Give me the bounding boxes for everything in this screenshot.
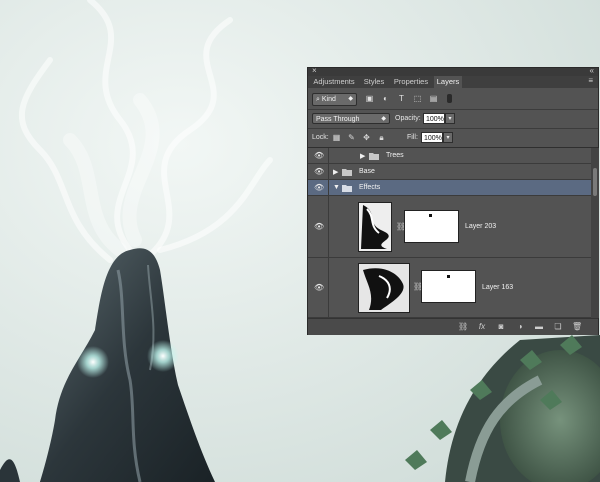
layer-name: Trees [386, 152, 404, 159]
adjustment-filter-icon[interactable]: ◐ [381, 94, 390, 103]
new-group-icon[interactable]: ▬ [534, 322, 544, 332]
visibility-toggle[interactable]: 👁︎ [308, 196, 329, 257]
layer-name: Layer 163 [482, 284, 514, 291]
chevron-updown-icon: ◆ [348, 96, 353, 102]
layer-thumbnail [358, 263, 410, 313]
layer-name: Effects [359, 184, 381, 191]
eye-icon: 👁︎ [314, 167, 325, 176]
tab-adjustments[interactable]: Adjustments [310, 76, 358, 88]
panel-footer: ⛓︎ fx ◙ ◑ ▬ ❏ 🗑︎ [308, 318, 598, 335]
lock-transparency-icon[interactable]: ▦ [332, 133, 341, 142]
panel-menu-icon[interactable]: ≡ [588, 76, 593, 85]
tab-styles[interactable]: Styles [360, 76, 388, 88]
opacity-field[interactable]: 100% [423, 113, 445, 124]
tab-properties[interactable]: Properties [390, 76, 432, 88]
fill-field[interactable]: 100% [421, 132, 443, 143]
lock-label: Lock: [312, 134, 329, 141]
visibility-toggle[interactable]: 👁︎ [308, 148, 329, 163]
expand-triangle-icon[interactable]: ▶ [333, 168, 338, 176]
add-mask-icon[interactable]: ◙ [496, 322, 506, 332]
eye-icon: 👁︎ [314, 183, 325, 192]
adjustment-layer-icon[interactable]: ◑ [515, 322, 525, 332]
layer-row-effects[interactable]: 👁︎ ▼ Effects [308, 180, 591, 196]
blend-row: Pass Through ◆ Opacity: 100% ▾ [308, 110, 598, 129]
visibility-toggle[interactable]: 👁︎ [308, 164, 329, 179]
layer-thumbnail [358, 202, 392, 252]
layer-filter-row: ⌕ Kind ◆ ▣ ◐ T ⬚ ▤ [308, 89, 598, 110]
eye-icon: 👁︎ [314, 151, 325, 160]
opacity-dropdown-button[interactable]: ▾ [445, 113, 455, 124]
layer-mask-thumbnail[interactable] [421, 270, 476, 303]
open-folder-icon [342, 185, 352, 192]
collapse-triangle-icon[interactable]: ▼ [333, 184, 340, 191]
panel-tabs: Adjustments Styles Properties Layers ≡ [308, 76, 598, 88]
layer-row-layer-203[interactable]: 👁︎ ⛓︎ Layer 203 [308, 196, 591, 258]
blend-mode-dropdown[interactable]: Pass Through ◆ [312, 113, 390, 124]
folder-icon [342, 169, 352, 176]
shape-filter-icon[interactable]: ⬚ [413, 94, 422, 103]
layers-list: 👁︎ ▶ Trees 👁︎ ▶ Base 👁︎ ▼ Effects 👁︎ ⛓︎ [308, 148, 591, 318]
close-icon[interactable]: × [312, 66, 317, 75]
opacity-label: Opacity: [395, 115, 421, 122]
layer-name: Layer 203 [465, 223, 497, 230]
lock-position-icon[interactable]: ✥ [362, 133, 371, 142]
search-icon: ⌕ [316, 96, 320, 103]
link-layers-icon[interactable]: ⛓︎ [458, 322, 468, 332]
collapse-panel-icon[interactable]: « [590, 66, 594, 75]
fill-label: Fill: [407, 134, 418, 141]
eye-icon: 👁︎ [314, 222, 325, 231]
image-filter-icon[interactable]: ▣ [365, 94, 374, 103]
chevron-updown-icon: ◆ [381, 116, 386, 122]
lock-all-icon[interactable]: 🔒︎ [377, 133, 386, 142]
visibility-toggle[interactable]: 👁︎ [308, 258, 329, 317]
blend-mode-value: Pass Through [316, 116, 360, 123]
scrollbar-thumb[interactable] [593, 168, 597, 196]
fill-dropdown-button[interactable]: ▾ [443, 132, 453, 143]
type-filter-icon[interactable]: T [397, 94, 406, 103]
visibility-toggle[interactable]: 👁︎ [308, 180, 329, 195]
layer-mask-thumbnail[interactable] [404, 210, 459, 243]
layers-scrollbar[interactable] [591, 148, 599, 318]
layer-name: Base [359, 168, 375, 175]
layer-row-base[interactable]: 👁︎ ▶ Base [308, 164, 591, 180]
expand-triangle-icon[interactable]: ▶ [360, 152, 365, 160]
folder-icon [369, 153, 379, 160]
layers-panel: × « Adjustments Styles Properties Layers… [307, 66, 599, 335]
tab-layers[interactable]: Layers [434, 76, 462, 88]
layer-row-trees[interactable]: 👁︎ ▶ Trees [308, 148, 591, 164]
lock-pixels-icon[interactable]: ✎ [347, 133, 356, 142]
layer-row-layer-163[interactable]: 👁︎ ⛓︎ Layer 163 [308, 258, 591, 318]
filter-toggle-icon[interactable] [447, 94, 452, 103]
fx-icon[interactable]: fx [477, 322, 487, 332]
kind-label: Kind [321, 96, 336, 103]
eye-icon: 👁︎ [314, 283, 325, 292]
new-layer-icon[interactable]: ❏ [553, 322, 563, 332]
delete-icon[interactable]: 🗑︎ [572, 322, 582, 332]
kind-filter-dropdown[interactable]: ⌕ Kind ◆ [312, 93, 357, 106]
panel-titlebar[interactable]: × « [308, 66, 598, 76]
smart-object-filter-icon[interactable]: ▤ [429, 94, 438, 103]
lock-row: Lock: ▦ ✎ ✥ 🔒︎ Fill: 100% ▾ [308, 129, 598, 148]
